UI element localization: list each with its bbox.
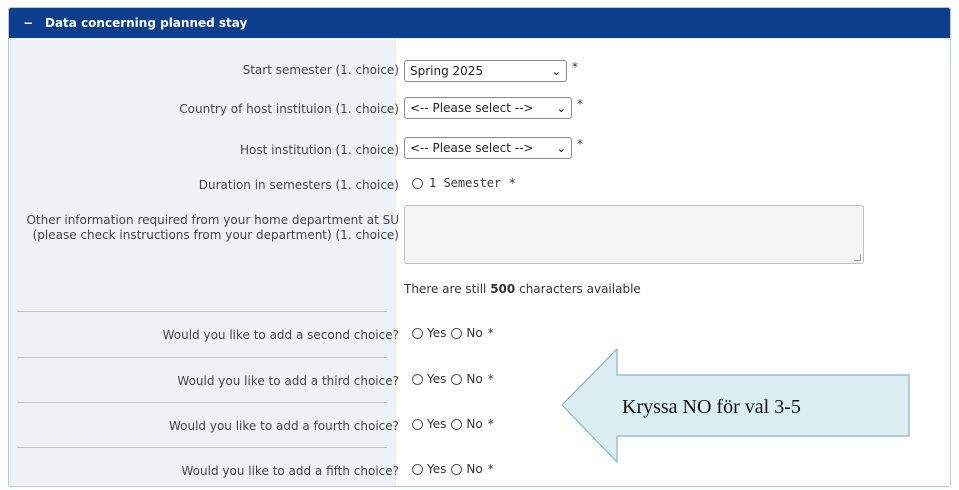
third-choice-no-radio[interactable] <box>451 373 463 385</box>
row-divider <box>17 357 387 358</box>
chevron-down-icon: ⌄ <box>556 141 566 155</box>
duration-label: Duration in semesters (1. choice) <box>198 178 399 192</box>
required-marker: * <box>577 97 583 111</box>
host-institution-select[interactable]: <-- Please select --> ⌄ <box>404 137 572 159</box>
second-choice-label: Would you like to add a second choice? <box>162 328 399 342</box>
section-title: Data concerning planned stay <box>45 16 248 30</box>
no-label: No <box>466 417 483 431</box>
row-divider <box>17 447 387 448</box>
chevron-down-icon: ⌄ <box>556 101 566 115</box>
fifth-choice-no-radio[interactable] <box>451 463 463 475</box>
no-label: No <box>466 372 483 386</box>
section-header[interactable]: − Data concerning planned stay <box>9 8 950 38</box>
yes-label: Yes <box>427 372 447 386</box>
char-counter: There are still 500 characters available <box>404 282 641 296</box>
fifth-choice-yes-radio[interactable] <box>412 463 423 475</box>
country-label: Country of host instituion (1. choice) <box>179 102 399 116</box>
fourth-choice-yes-radio[interactable] <box>412 418 423 430</box>
chevron-down-icon: ⌄ <box>551 64 561 78</box>
duration-field: 1 Semester * <box>412 176 515 190</box>
required-marker: * <box>572 60 578 74</box>
second-choice-no-radio[interactable] <box>451 327 463 339</box>
duration-radio[interactable] <box>412 177 423 189</box>
char-counter-prefix: There are still <box>404 282 487 296</box>
host-institution-label: Host institution (1. choice) <box>240 143 399 157</box>
no-label: No <box>466 462 483 476</box>
required-marker: * <box>487 326 494 340</box>
second-choice-radios: Yes No * <box>412 326 494 340</box>
collapse-toggle-icon[interactable]: − <box>21 16 35 30</box>
start-semester-label: Start semester (1. choice) <box>242 63 399 77</box>
fifth-choice-label: Would you like to add a fifth choice? <box>181 464 399 478</box>
second-choice-yes-radio[interactable] <box>412 327 423 339</box>
required-marker: * <box>487 462 494 476</box>
yes-label: Yes <box>427 462 447 476</box>
host-institution-field: <-- Please select --> ⌄ * <box>404 137 583 159</box>
required-marker: * <box>487 372 494 386</box>
required-marker: * <box>487 417 494 431</box>
fourth-choice-radios: Yes No * <box>412 417 494 431</box>
start-semester-value: Spring 2025 <box>410 64 484 78</box>
country-value: <-- Please select --> <box>410 101 534 115</box>
start-semester-select[interactable]: Spring 2025 ⌄ <box>404 60 567 82</box>
country-select[interactable]: <-- Please select --> ⌄ <box>404 97 572 119</box>
char-counter-suffix: characters available <box>519 282 641 296</box>
resize-handle-icon[interactable] <box>854 254 861 261</box>
duration-option-label: 1 Semester <box>429 176 502 190</box>
third-choice-yes-radio[interactable] <box>412 373 423 385</box>
char-counter-value: 500 <box>490 282 516 296</box>
other-info-textarea[interactable] <box>404 205 864 264</box>
start-semester-field: Spring 2025 ⌄ * <box>404 60 578 82</box>
third-choice-radios: Yes No * <box>412 372 494 386</box>
other-info-label: Other information required from your hom… <box>26 213 399 242</box>
fifth-choice-radios: Yes No * <box>412 462 494 476</box>
required-marker: * <box>509 176 516 190</box>
host-institution-value: <-- Please select --> <box>410 141 534 155</box>
fourth-choice-label: Would you like to add a fourth choice? <box>168 419 399 433</box>
third-choice-label: Would you like to add a third choice? <box>177 374 399 388</box>
yes-label: Yes <box>427 326 447 340</box>
yes-label: Yes <box>427 417 447 431</box>
no-label: No <box>466 326 483 340</box>
country-field: <-- Please select --> ⌄ * <box>404 97 583 119</box>
fourth-choice-no-radio[interactable] <box>451 418 463 430</box>
annotation-text: Kryssa NO för val 3-5 <box>622 396 801 418</box>
row-divider <box>17 311 387 312</box>
required-marker: * <box>577 137 583 151</box>
row-divider <box>17 402 387 403</box>
